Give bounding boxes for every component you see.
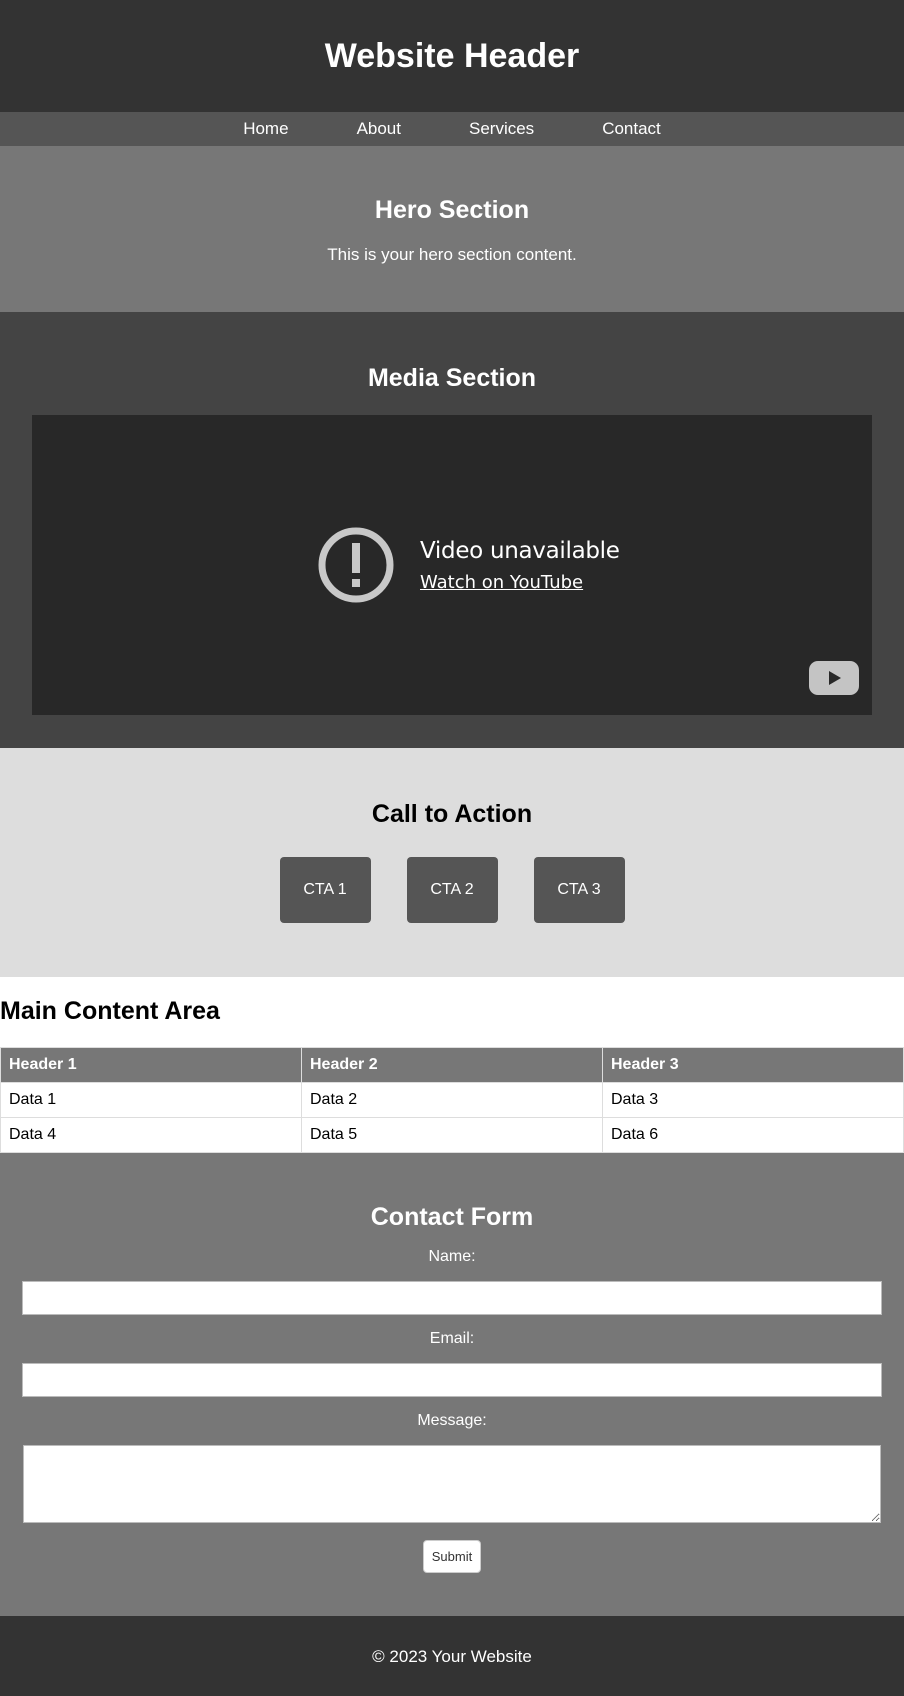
- table-cell: Data 6: [602, 1117, 904, 1153]
- table-header: Header 3: [602, 1047, 904, 1083]
- nav-item-home[interactable]: Home: [243, 119, 288, 139]
- cta-buttons: CTA 1 CTA 2 CTA 3: [0, 857, 904, 923]
- alert-icon: [318, 527, 394, 603]
- nav-item-services[interactable]: Services: [469, 119, 534, 139]
- data-table: Header 1 Header 2 Header 3 Data 1 Data 2…: [0, 1047, 904, 1153]
- table-header: Header 2: [301, 1047, 603, 1083]
- table-header-row: Header 1 Header 2 Header 3: [0, 1047, 904, 1083]
- table-row: Data 1 Data 2 Data 3: [0, 1082, 904, 1118]
- message-label: Message:: [417, 1412, 487, 1429]
- table-cell: Data 2: [301, 1082, 603, 1118]
- table-cell: Data 3: [602, 1082, 904, 1118]
- hero-title: Hero Section: [374, 196, 530, 224]
- video-status: Video unavailable: [420, 537, 620, 564]
- contact-title: Contact Form: [370, 1203, 534, 1231]
- copyright-text: © 2023 Your Website: [372, 1647, 532, 1666]
- youtube-logo-icon[interactable]: [809, 661, 859, 695]
- hero-section: Hero Section This is your hero section c…: [0, 146, 904, 312]
- media-section: Media Section Video unavailable Watch on…: [0, 312, 904, 748]
- main-content: Main Content Area Header 1 Header 2 Head…: [0, 977, 904, 1153]
- cta-title: Call to Action: [371, 800, 533, 828]
- table-cell: Data 4: [0, 1117, 302, 1153]
- hero-text: This is your hero section content.: [327, 245, 577, 264]
- table-cell: Data 1: [0, 1082, 302, 1118]
- video-player[interactable]: Video unavailable Watch on YouTube: [32, 415, 872, 715]
- main-nav: Home About Services Contact: [0, 112, 904, 146]
- submit-button[interactable]: Submit: [422, 1540, 482, 1573]
- name-field[interactable]: [22, 1281, 882, 1315]
- table-row: Data 4 Data 5 Data 6: [0, 1117, 904, 1153]
- cta-1-button[interactable]: CTA 1: [279, 857, 371, 923]
- cta-2-button[interactable]: CTA 2: [406, 857, 498, 923]
- table-header: Header 1: [0, 1047, 302, 1083]
- cta-3-button[interactable]: CTA 3: [533, 857, 625, 923]
- nav-item-contact[interactable]: Contact: [602, 119, 661, 139]
- video-error-message: Video unavailable Watch on YouTube: [316, 525, 620, 605]
- media-title: Media Section: [367, 364, 537, 392]
- table-cell: Data 5: [301, 1117, 603, 1153]
- site-footer: © 2023 Your Website: [0, 1616, 904, 1696]
- email-label: Email:: [429, 1330, 475, 1347]
- email-field[interactable]: [22, 1363, 882, 1397]
- video-text: Video unavailable Watch on YouTube: [420, 538, 620, 593]
- main-title: Main Content Area: [0, 997, 220, 1025]
- watch-on-youtube-link[interactable]: Watch on YouTube: [420, 572, 620, 593]
- site-header: Website Header: [0, 0, 904, 112]
- contact-section: Contact Form Name: Email: Message: Submi…: [0, 1153, 904, 1616]
- nav-item-about[interactable]: About: [357, 119, 401, 139]
- cta-section: Call to Action CTA 1 CTA 2 CTA 3: [0, 748, 904, 977]
- message-field[interactable]: [23, 1445, 881, 1523]
- page-title: Website Header: [324, 36, 580, 75]
- name-label: Name:: [428, 1248, 476, 1265]
